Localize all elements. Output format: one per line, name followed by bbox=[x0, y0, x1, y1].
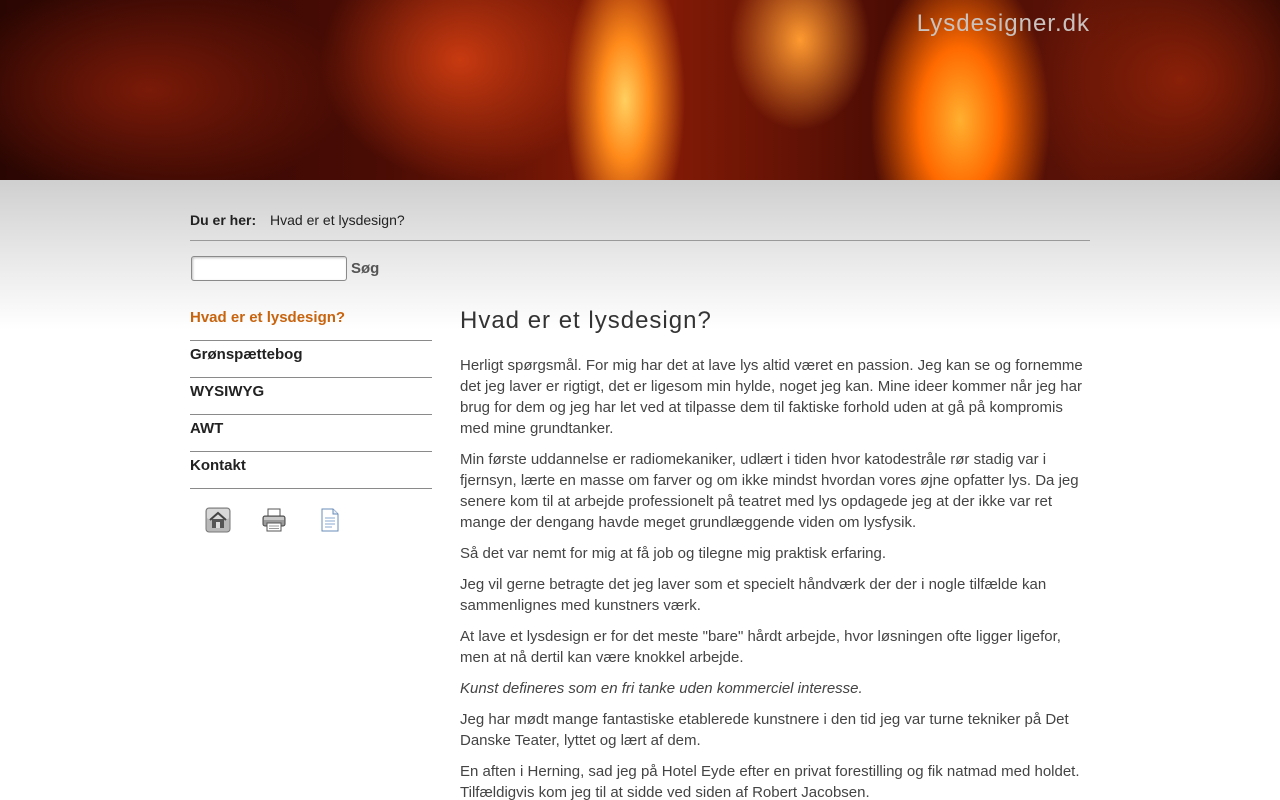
content-paragraph: Herligt spørgsmål. For mig har det at la… bbox=[460, 357, 1083, 437]
main-content: Hvad er et lysdesign? Herligt spørgsmål.… bbox=[460, 306, 1090, 800]
page-title: Hvad er et lysdesign? bbox=[460, 307, 712, 334]
nav-item-gronspaettebog[interactable]: Grønspættebog bbox=[190, 341, 432, 378]
sidebar-nav: Hvad er et lysdesign? Grønspættebog WYSI… bbox=[190, 304, 432, 489]
search-input[interactable] bbox=[191, 256, 347, 281]
breadcrumb-label: Du er her: bbox=[190, 212, 257, 228]
nav-item-kontakt[interactable]: Kontakt bbox=[190, 452, 432, 489]
nav-item-awt[interactable]: AWT bbox=[190, 415, 432, 452]
content-paragraph: Jeg vil gerne betragte det jeg laver som… bbox=[460, 576, 1047, 614]
breadcrumb-current: Hvad er et lysdesign? bbox=[270, 212, 405, 228]
site-title[interactable]: Lysdesigner.dk bbox=[917, 10, 1090, 38]
document-icon[interactable] bbox=[317, 507, 343, 533]
content-paragraph: En aften i Herning, sad jeg på Hotel Eyd… bbox=[460, 763, 1080, 800]
content-paragraph: At lave et lysdesign er for det meste "b… bbox=[460, 628, 1061, 666]
content-paragraph: Jeg har mødt mange fantastiske etablered… bbox=[460, 711, 1069, 749]
print-icon[interactable] bbox=[261, 507, 287, 533]
header-banner: Lysdesigner.dk bbox=[0, 0, 1280, 180]
content-paragraph: Så det var nemt for mig at få job og til… bbox=[460, 545, 887, 562]
content-paragraph: Min første uddannelse er radiomekaniker,… bbox=[460, 451, 1079, 531]
search-button[interactable]: Søg bbox=[351, 260, 379, 277]
content-quote: Kunst defineres som en fri tanke uden ko… bbox=[460, 680, 863, 697]
page-tools bbox=[205, 507, 373, 533]
home-icon[interactable] bbox=[205, 507, 231, 533]
nav-item-wysiwyg[interactable]: WYSIWYG bbox=[190, 378, 432, 415]
search-form: Søg bbox=[191, 256, 379, 281]
nav-item-hvad-er-et-lysdesign[interactable]: Hvad er et lysdesign? bbox=[190, 304, 432, 341]
breadcrumb: Du er her: Hvad er et lysdesign? bbox=[190, 212, 1090, 241]
